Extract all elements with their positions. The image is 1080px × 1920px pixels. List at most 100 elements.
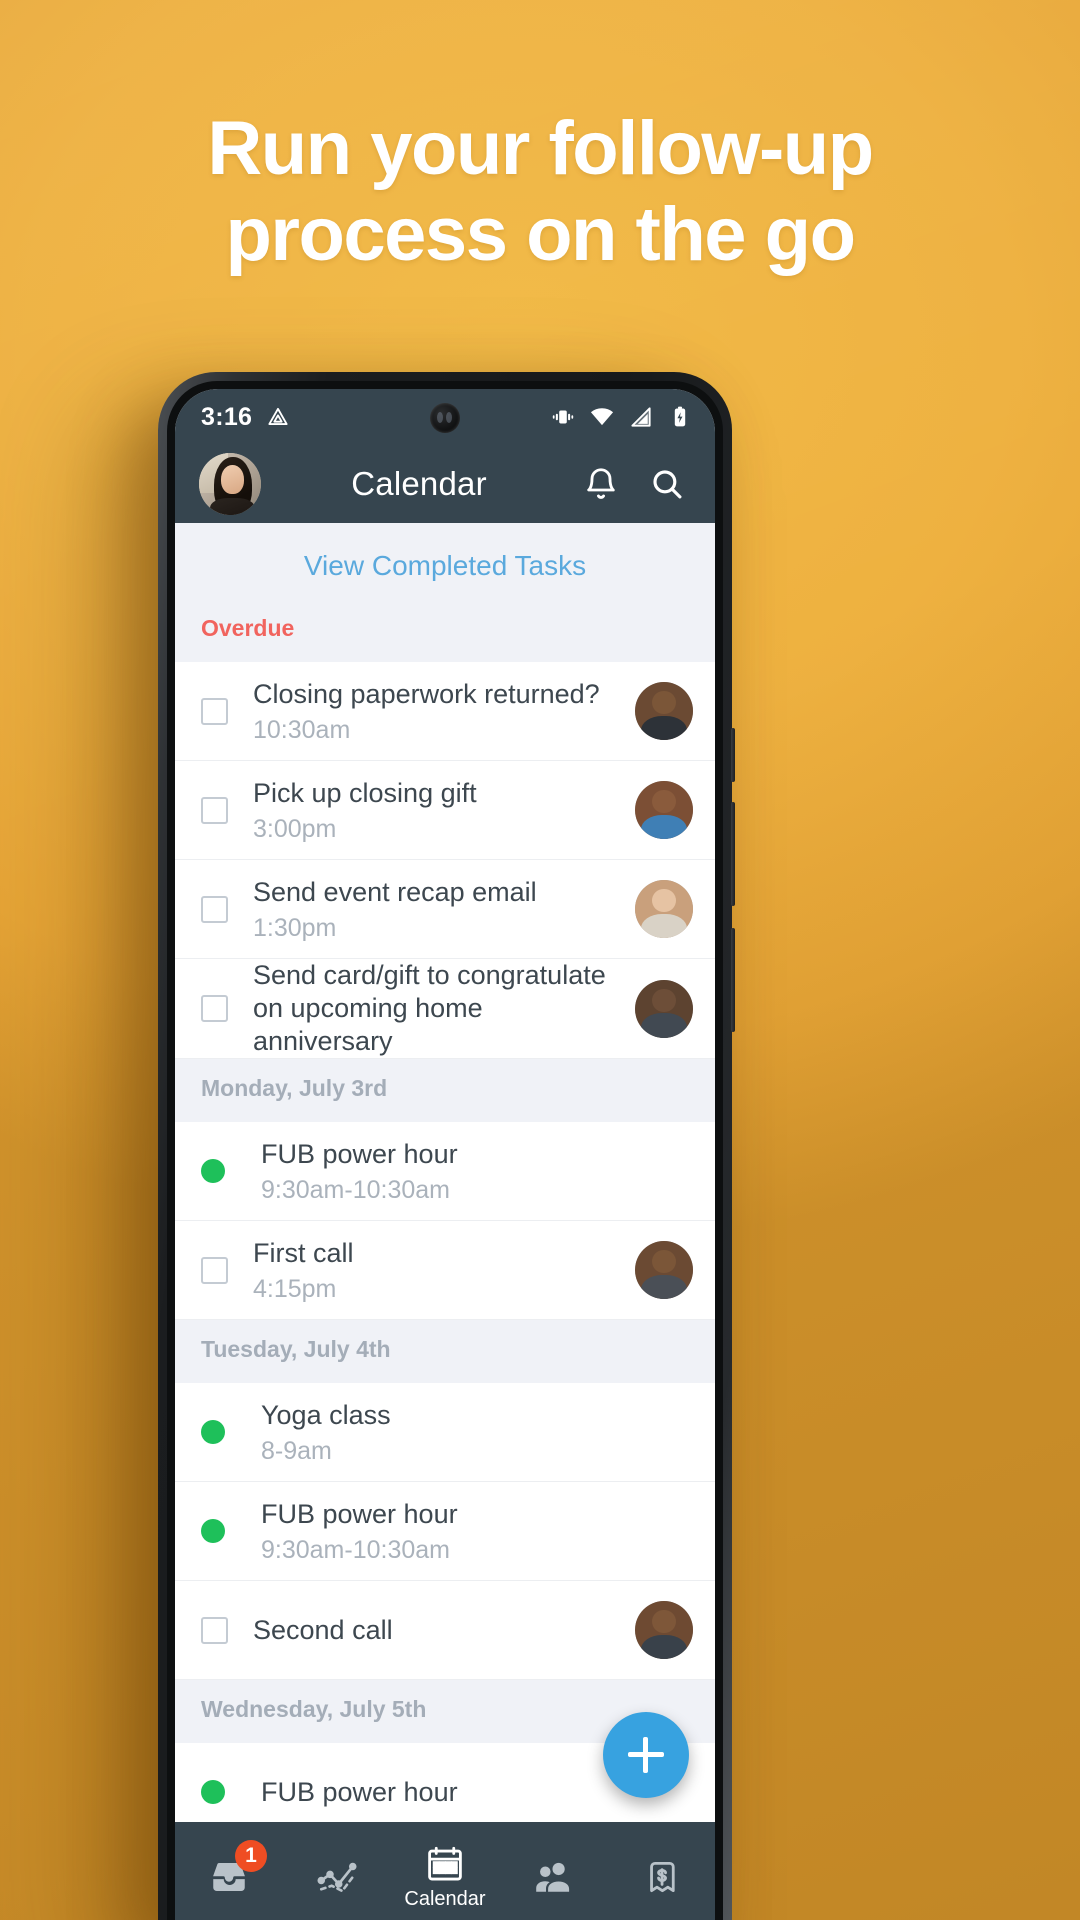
section-header-date: Tuesday, July 4th	[175, 1320, 715, 1383]
nav-item-inbox[interactable]: 1	[175, 1822, 283, 1920]
task-title: FUB power hour	[261, 1499, 458, 1529]
nav-item-label: Calendar	[404, 1888, 486, 1910]
view-completed-tasks-bar[interactable]: View Completed Tasks	[175, 523, 715, 609]
row-marker	[201, 895, 253, 923]
task-time: 4:15pm	[253, 1275, 337, 1303]
contact-avatar[interactable]	[635, 682, 693, 740]
drive-icon	[265, 404, 291, 430]
task-title: Yoga class	[261, 1400, 391, 1430]
trends-chart-icon	[316, 1856, 358, 1898]
task-checkbox[interactable]	[201, 1616, 228, 1644]
row-marker	[201, 1780, 253, 1804]
view-completed-tasks-link[interactable]: View Completed Tasks	[304, 550, 586, 582]
task-title: Send card/gift to congratulate on upcomi…	[253, 960, 606, 1056]
status-bar-left: 3:16	[201, 403, 291, 432]
task-row[interactable]: Send event recap email 1:30pm	[175, 860, 715, 959]
status-bar: 3:16	[175, 389, 715, 445]
calendar-content[interactable]: View Completed Tasks Overdue Closing pape…	[175, 523, 715, 1920]
contact-avatar[interactable]	[635, 781, 693, 839]
search-icon[interactable]	[649, 466, 685, 502]
nav-item-trends-chart[interactable]	[283, 1822, 391, 1920]
event-dot-icon	[201, 1780, 225, 1804]
deals-money-icon	[640, 1856, 682, 1898]
front-camera-punchhole	[430, 403, 460, 433]
row-marker	[201, 995, 253, 1022]
task-title: First call	[253, 1238, 354, 1268]
phone-volume-up-button	[731, 802, 735, 906]
task-row[interactable]: Yoga class 8-9am	[175, 1383, 715, 1482]
row-texts: Send card/gift to congratulate on upcomi…	[253, 959, 635, 1058]
status-bar-right	[550, 404, 693, 430]
phone-side-button-top	[731, 728, 735, 782]
task-checkbox[interactable]	[201, 995, 228, 1022]
event-dot-icon	[201, 1420, 225, 1444]
phone-bezel: 3:16 Calendar View Completed Tasks Overd…	[167, 381, 723, 1920]
contact-avatar[interactable]	[635, 1601, 693, 1659]
event-dot-icon	[201, 1159, 225, 1183]
contact-avatar[interactable]	[635, 979, 693, 1038]
avatar[interactable]	[199, 453, 261, 515]
notification-badge: 1	[235, 1840, 267, 1872]
app-bar: Calendar	[175, 445, 715, 523]
task-title: Pick up closing gift	[253, 778, 477, 808]
headline-line-1: Run your follow-up	[207, 106, 874, 191]
task-checkbox[interactable]	[201, 895, 228, 923]
task-checkbox[interactable]	[201, 1256, 228, 1284]
task-row[interactable]: Pick up closing gift 3:00pm	[175, 761, 715, 860]
task-title: Second call	[253, 1615, 393, 1645]
row-marker	[201, 1616, 253, 1644]
calendar-icon	[424, 1843, 466, 1885]
task-title: Send event recap email	[253, 877, 537, 907]
row-marker	[201, 1159, 253, 1183]
task-row[interactable]: Second call	[175, 1581, 715, 1680]
phone-screen: 3:16 Calendar View Completed Tasks Overd…	[175, 389, 715, 1920]
task-time: 10:30am	[253, 716, 351, 744]
task-time: 9:30am-10:30am	[261, 1176, 451, 1204]
task-row[interactable]: Send card/gift to congratulate on upcomi…	[175, 959, 715, 1059]
contact-avatar[interactable]	[635, 880, 693, 938]
calendar-sections: Overdue Closing paperwork returned? 10:30a…	[175, 609, 715, 1842]
task-checkbox[interactable]	[201, 796, 228, 824]
task-row[interactable]: Closing paperwork returned? 10:30am	[175, 662, 715, 761]
app-bar-actions	[583, 466, 691, 502]
task-row[interactable]: First call 4:15pm	[175, 1221, 715, 1320]
notifications-bell-icon[interactable]	[583, 466, 619, 502]
bottom-navigation[interactable]: 1 Calendar	[175, 1822, 715, 1920]
phone-mockup: 3:16 Calendar View Completed Tasks Overd…	[158, 372, 735, 1920]
section-header-date: Monday, July 3rd	[175, 1059, 715, 1122]
row-marker	[201, 1519, 253, 1543]
task-time: 8-9am	[261, 1437, 332, 1465]
add-button[interactable]	[603, 1712, 689, 1798]
row-marker	[201, 697, 253, 725]
wifi-icon	[589, 404, 615, 430]
task-time: 9:30am-10:30am	[261, 1536, 451, 1564]
row-marker	[201, 1256, 253, 1284]
row-texts: Send event recap email 1:30pm	[253, 875, 635, 943]
status-clock: 3:16	[201, 402, 253, 431]
task-time: 1:30pm	[253, 914, 337, 942]
plus-icon	[628, 1737, 664, 1773]
battery-charging-icon	[667, 404, 693, 430]
row-texts: Closing paperwork returned? 10:30am	[253, 677, 635, 745]
row-texts: Yoga class 8-9am	[253, 1398, 693, 1466]
promo-headline: Run your follow-up process on the go	[0, 106, 1080, 278]
nav-item-deals-money[interactable]	[607, 1822, 715, 1920]
nav-item-people[interactable]	[499, 1822, 607, 1920]
vibrate-icon	[550, 404, 576, 430]
task-title: Closing paperwork returned?	[253, 679, 600, 709]
nav-item-calendar[interactable]: Calendar	[391, 1822, 499, 1920]
row-texts: Second call	[253, 1613, 635, 1647]
row-texts: Pick up closing gift 3:00pm	[253, 776, 635, 844]
contact-avatar[interactable]	[635, 1241, 693, 1299]
page-title: Calendar	[351, 465, 487, 502]
row-texts: FUB power hour 9:30am-10:30am	[253, 1497, 693, 1565]
task-row[interactable]: FUB power hour 9:30am-10:30am	[175, 1482, 715, 1581]
task-checkbox[interactable]	[201, 697, 228, 725]
row-marker	[201, 1420, 253, 1444]
cellular-signal-icon	[628, 404, 654, 430]
row-texts: First call 4:15pm	[253, 1236, 635, 1304]
headline-line-2: process on the go	[225, 192, 856, 277]
task-row[interactable]: FUB power hour 9:30am-10:30am	[175, 1122, 715, 1221]
section-header-overdue: Overdue	[175, 609, 715, 662]
people-icon	[532, 1856, 574, 1898]
